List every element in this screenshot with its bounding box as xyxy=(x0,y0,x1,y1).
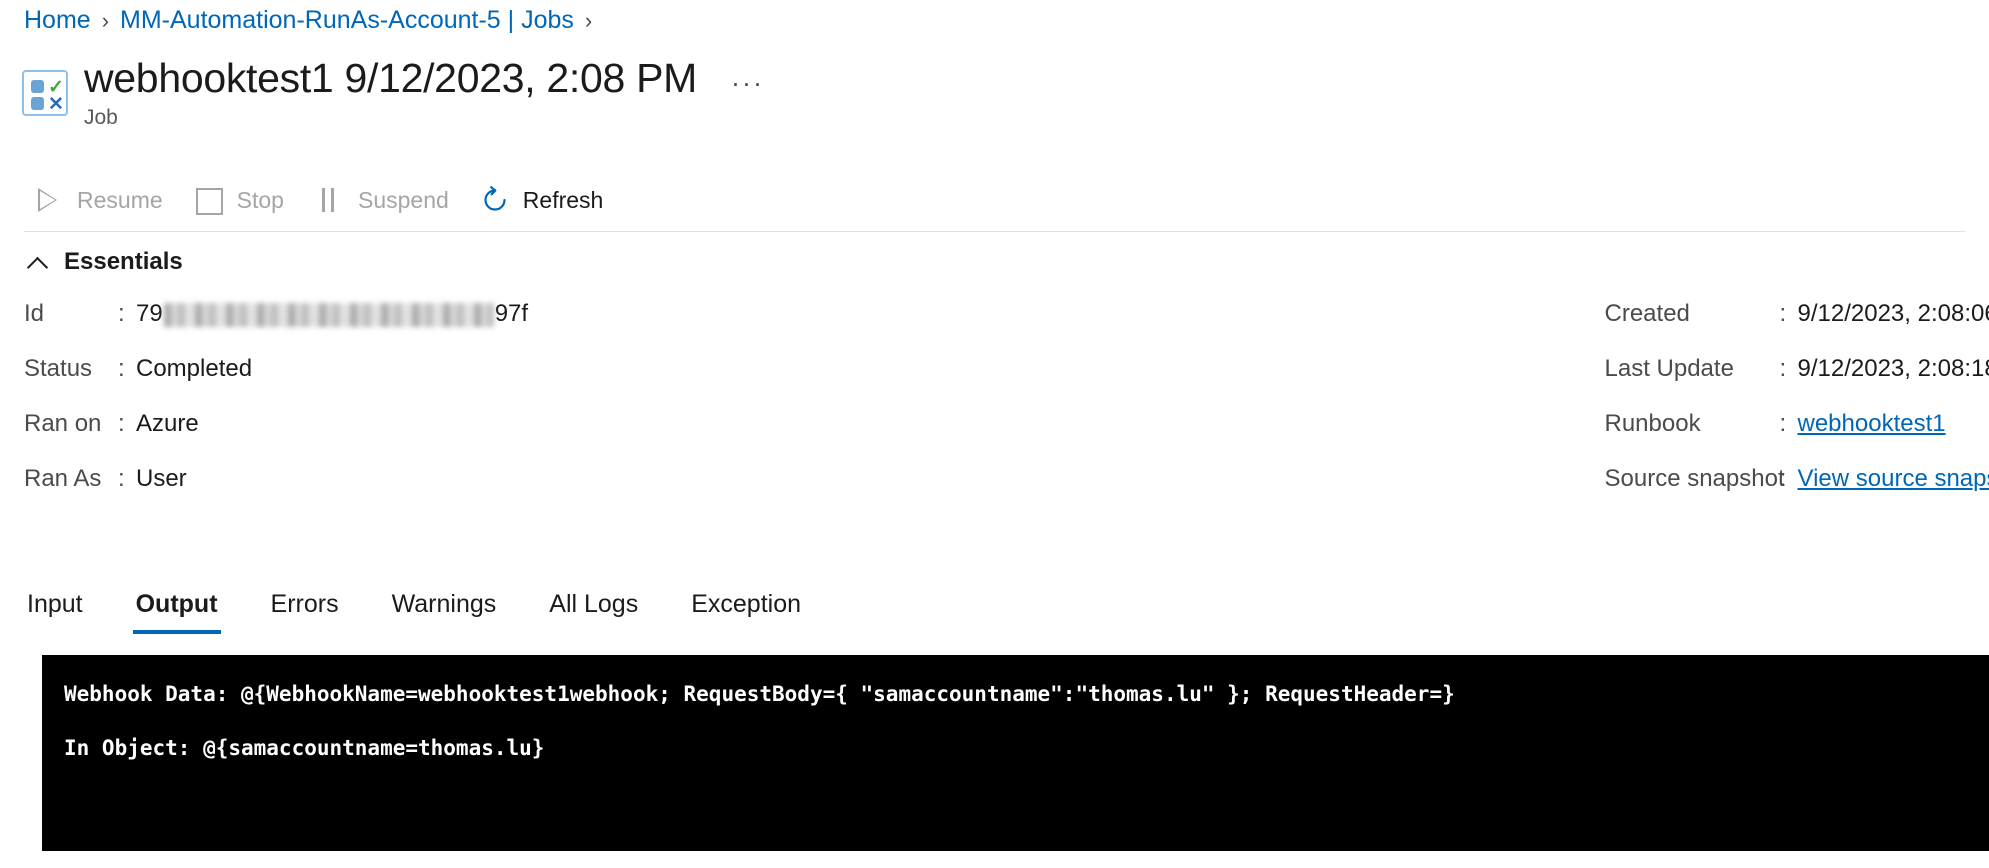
essentials-value-ran-as: User xyxy=(136,465,187,492)
page-title: webhooktest1 9/12/2023, 2:08 PM xyxy=(84,55,697,101)
essentials-key: Status xyxy=(24,355,93,382)
essentials-row-status: Status : Completed xyxy=(24,355,995,410)
essentials-colon: : xyxy=(118,465,125,492)
refresh-icon xyxy=(478,185,512,215)
essentials-key: Last Update xyxy=(1604,355,1734,382)
suspend-button-label: Suspend xyxy=(357,186,449,213)
breadcrumb-separator-icon: › xyxy=(584,7,593,33)
status-badge: Completed xyxy=(136,355,253,382)
id-prefix: 79 xyxy=(136,300,163,327)
essentials-colon: : xyxy=(118,355,125,382)
essentials-colon: : xyxy=(118,300,125,327)
essentials-label: Essentials xyxy=(64,248,183,275)
essentials-row-last-update: Last Update : 9/12/2023, 2:08:18 PM xyxy=(1604,355,1989,410)
essentials-row-runbook: Runbook : webhooktest1 xyxy=(1605,410,1966,465)
stop-icon xyxy=(192,185,226,215)
essentials-key: Source snapshot xyxy=(1604,465,1785,492)
tab-all-logs[interactable]: All Logs xyxy=(546,590,641,634)
tab-output[interactable]: Output xyxy=(132,590,221,634)
essentials-value-ran-on: Azure xyxy=(136,410,199,437)
breadcrumb-item-home[interactable]: Home xyxy=(24,6,91,35)
essentials-grid: Id : 79 97f Status : Completed Ran on : A… xyxy=(24,300,1989,520)
runbook-link[interactable]: webhooktest1 xyxy=(1798,410,1946,437)
play-icon xyxy=(32,185,66,215)
essentials-value-runbook: webhooktest1 xyxy=(1798,410,1946,438)
breadcrumb: Home › MM-Automation-RunAs-Account-5 | J… xyxy=(24,6,603,35)
essentials-right-column: Created : 9/12/2023, 2:08:06 PM Last Upd… xyxy=(995,300,1989,520)
page-subtitle: Job xyxy=(84,106,118,130)
essentials-value-id: 79 97f xyxy=(136,300,528,328)
essentials-key: Ran As xyxy=(24,465,102,492)
stop-button[interactable]: Stop xyxy=(188,180,295,220)
console-line: Webhook Data: @{WebhookName=webhooktest1… xyxy=(64,682,1455,706)
essentials-value-last-update: 9/12/2023, 2:08:18 PM xyxy=(1797,355,1989,382)
resume-button-label: Resume xyxy=(77,186,163,213)
essentials-value-created: 9/12/2023, 2:08:06 PM xyxy=(1797,300,1989,327)
cross-icon: ✕ xyxy=(48,94,64,115)
stop-button-label: Stop xyxy=(236,186,284,213)
tab-input[interactable]: Input xyxy=(24,590,86,634)
breadcrumb-item-jobs[interactable]: MM-Automation-RunAs-Account-5 | Jobs xyxy=(120,6,574,35)
chevron-up-icon xyxy=(28,255,50,269)
essentials-row-ran-as: Ran As : User xyxy=(24,465,995,520)
essentials-key: Ran on xyxy=(24,410,102,437)
more-options-button[interactable]: ··· xyxy=(731,70,764,97)
essentials-row-created: Created : 9/12/2023, 2:08:06 PM xyxy=(1604,300,1989,355)
icon-square-top xyxy=(31,80,44,93)
essentials-left-column: Id : 79 97f Status : Completed Ran on : A… xyxy=(24,300,995,520)
tab-exception[interactable]: Exception xyxy=(688,590,804,634)
essentials-colon: : xyxy=(1779,465,1787,492)
breadcrumb-separator-icon: › xyxy=(101,7,110,33)
essentials-row-source-snapshot: Source snapshot : View source snapshot xyxy=(1604,465,1989,520)
view-source-snapshot-link[interactable]: View source snapshot xyxy=(1798,465,1989,492)
pause-icon xyxy=(313,185,347,215)
icon-square-bottom xyxy=(31,97,44,110)
toolbar-divider xyxy=(24,231,1965,232)
command-bar: Resume Stop Suspend Refresh xyxy=(28,178,628,222)
refresh-button[interactable]: Refresh xyxy=(474,180,615,220)
essentials-colon: : xyxy=(1779,300,1787,327)
redacted-id-block xyxy=(163,302,494,327)
refresh-button-label: Refresh xyxy=(522,186,604,213)
suspend-button[interactable]: Suspend xyxy=(309,180,460,220)
essentials-colon: : xyxy=(1779,410,1787,437)
job-status-icon: ✓ ✕ xyxy=(22,70,68,116)
job-details-page: Home › MM-Automation-RunAs-Account-5 | J… xyxy=(0,0,1989,868)
tab-warnings[interactable]: Warnings xyxy=(389,590,500,634)
essentials-section-toggle[interactable]: Essentials xyxy=(28,248,183,276)
essentials-colon: : xyxy=(118,410,125,437)
output-console[interactable]: Webhook Data: @{WebhookName=webhooktest1… xyxy=(42,655,1989,851)
id-suffix: 97f xyxy=(494,300,529,327)
essentials-row-ran-on: Ran on : Azure xyxy=(24,410,995,465)
essentials-key: Id xyxy=(24,300,45,327)
essentials-colon: : xyxy=(1779,355,1787,382)
essentials-key: Created xyxy=(1604,300,1690,327)
tab-list: Input Output Errors Warnings All Logs Ex… xyxy=(24,578,851,634)
essentials-key: Runbook xyxy=(1604,410,1701,437)
essentials-value-source-snapshot: View source snapshot xyxy=(1798,465,1989,493)
page-header: ✓ ✕ webhooktest1 9/12/2023, 2:08 PM ··· … xyxy=(22,55,764,130)
essentials-row-id: Id : 79 97f xyxy=(24,300,995,355)
tab-errors[interactable]: Errors xyxy=(268,590,342,634)
resume-button[interactable]: Resume xyxy=(28,180,174,220)
console-line: In Object: @{samaccountname=thomas.lu} xyxy=(64,736,545,761)
